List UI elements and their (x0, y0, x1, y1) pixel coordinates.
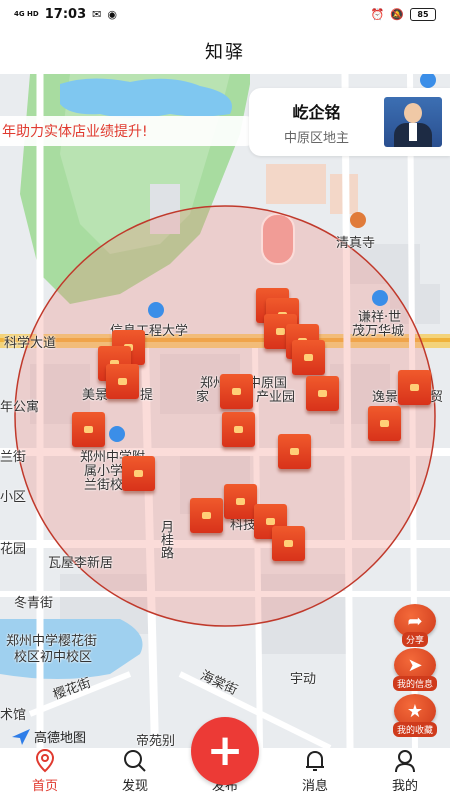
store-pin[interactable] (224, 484, 257, 519)
store-pin[interactable] (220, 374, 253, 409)
share-label: 分享 (401, 632, 428, 647)
nav-messages[interactable]: 消息 (270, 748, 360, 800)
mute-icon: 🔕 (390, 7, 404, 21)
share-button[interactable]: ➦ 分享 (392, 604, 438, 650)
plus-icon: + (206, 725, 244, 776)
nav-home[interactable]: 首页 (0, 748, 90, 800)
amap-label: 高德地图 (34, 731, 87, 746)
amap-arrow-icon (12, 728, 30, 745)
map-label-yijing: 逸景 (372, 390, 399, 405)
store-pin[interactable] (398, 370, 431, 405)
store-pin[interactable] (190, 498, 223, 533)
my-favorites-button[interactable]: ★ 我的收藏 (392, 694, 438, 740)
landlord-name: 屹企铭 (292, 102, 341, 122)
banner-text: 年助力实体店业绩提升! (2, 124, 148, 140)
alarm-icon: ⏰ (370, 7, 385, 21)
map-label-diyuan: 帝苑别 (136, 734, 176, 748)
title-bar: 知驿 (0, 28, 450, 74)
page-title: 知驿 (205, 42, 245, 63)
map-label-meijing: 美景 (82, 388, 109, 403)
store-pin[interactable] (122, 456, 155, 491)
landlord-role: 中原区地主 (283, 130, 349, 146)
nav-mine[interactable]: 我的 (360, 748, 450, 800)
publish-button[interactable]: + (191, 717, 259, 785)
map-label-mosque: 清真寺 (336, 236, 376, 251)
marquee-banner[interactable]: 年助力实体店业绩提升! (0, 116, 260, 146)
map-label-park-d: 产业园 (256, 390, 296, 405)
amap-logo: 高德地图 (12, 727, 86, 746)
map-label-xiaoqu: 小区 (0, 490, 27, 505)
map-label-yijing2: 贸 (430, 390, 444, 405)
store-pin[interactable] (106, 364, 139, 399)
map-label-gongyu: 年公寓 (0, 400, 40, 415)
map-label-meijing2: 提 (140, 388, 154, 403)
nav-messages-label: 消息 (301, 779, 328, 794)
map-label-kexue-road: 科学大道 (4, 336, 57, 351)
map-label-yudong: 宇动 (290, 672, 317, 687)
map-label-guan: 术馆 (0, 708, 27, 723)
map-label-park-c: 家 (196, 390, 210, 405)
bell-icon (304, 749, 326, 773)
my-favorites-label: 我的收藏 (392, 722, 437, 737)
wechat-icon: ✉ (92, 7, 102, 21)
nav-home-label: 首页 (31, 779, 58, 794)
user-icon (394, 749, 416, 773)
app-screen: 4G HD 17:03 ✉ ◉ ⏰ 🔕 85 知驿 信息工程大学 科学大道 清真… (0, 0, 450, 800)
status-bar: 4G HD 17:03 ✉ ◉ ⏰ 🔕 85 (0, 0, 450, 28)
map-label-maowanhua: 茂万华城 (352, 324, 405, 339)
map-label-dongqing: 冬青街 (14, 596, 54, 611)
map-label-school-5: 校区初中校区 (14, 650, 93, 665)
qq-icon: ◉ (107, 7, 117, 21)
landlord-photo (384, 97, 442, 147)
network-indicator: 4G HD (14, 9, 39, 18)
my-info-label: 我的信息 (392, 676, 437, 691)
nav-discover-label: 发现 (121, 779, 148, 794)
store-pin[interactable] (272, 526, 305, 561)
battery-indicator: 85 (410, 7, 436, 21)
store-pin[interactable] (368, 406, 401, 441)
store-pin[interactable] (292, 340, 325, 375)
location-pin-icon (35, 749, 55, 773)
map-label-sanjie: 兰街 (0, 450, 27, 465)
map-label-huayuan: 花园 (0, 542, 27, 557)
map-label-yuegui: 月桂路 (158, 520, 173, 559)
store-pin[interactable] (222, 412, 255, 447)
my-info-button[interactable]: ➤ 我的信息 (392, 648, 438, 694)
store-pin[interactable] (72, 412, 105, 447)
landlord-card[interactable]: 屹企铭 中原区地主 (249, 88, 450, 156)
map-label-wawu: 瓦屋李新居 (48, 556, 114, 571)
store-pin[interactable] (306, 376, 339, 411)
map-view[interactable]: 信息工程大学 科学大道 清真寺 谦祥·世 茂万华城 美景 提 郑州 中原国 家 … (0, 74, 450, 748)
nav-mine-label: 我的 (391, 779, 418, 794)
search-icon (123, 749, 147, 773)
nav-discover[interactable]: 发现 (90, 748, 180, 800)
status-time: 17:03 (44, 6, 87, 22)
store-pin[interactable] (278, 434, 311, 469)
